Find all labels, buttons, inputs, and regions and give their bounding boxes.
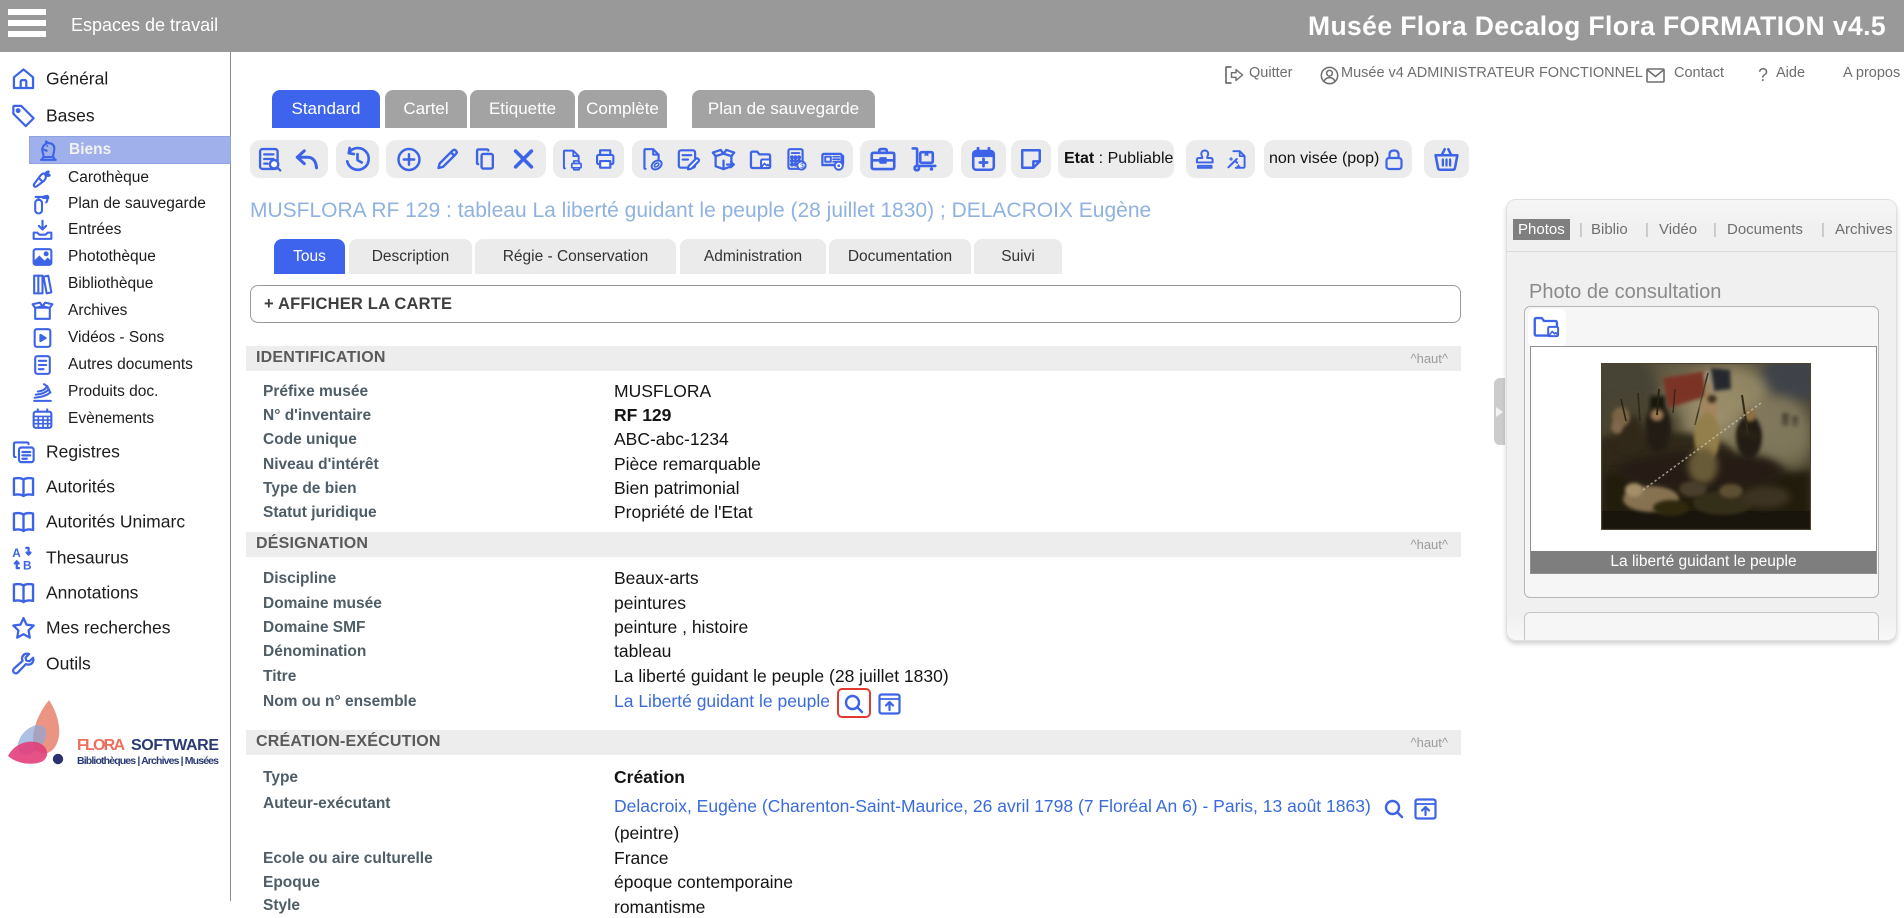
svg-text:B: B: [23, 558, 32, 571]
svg-text:A: A: [12, 546, 21, 560]
svg-text:$: $: [801, 163, 805, 170]
